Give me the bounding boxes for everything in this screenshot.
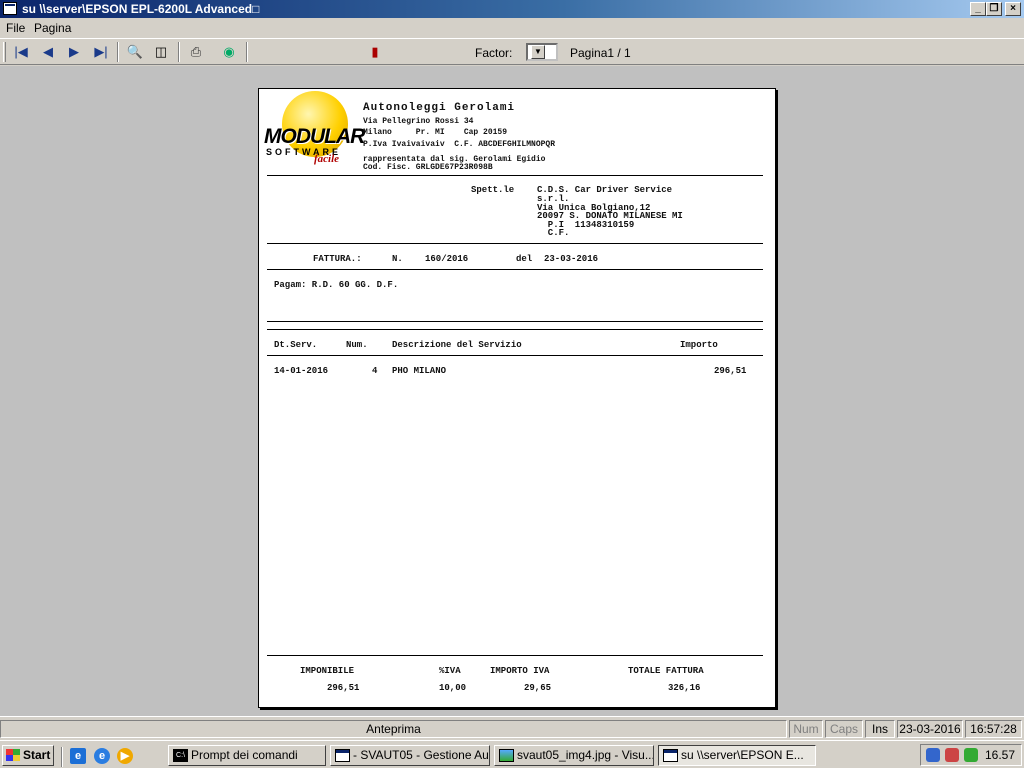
total-vat-amount-value: 29,65 — [524, 683, 552, 693]
exit-door-icon[interactable]: ▮ — [364, 42, 386, 62]
taskbar: Start e e ▶ C:\ Prompt dei comandi - SVA… — [0, 740, 1024, 768]
previous-page-icon[interactable]: ◀ — [37, 42, 59, 62]
row-description: PHO MILANO — [392, 366, 447, 376]
company-fiscal-code: Cod. Fisc. GRLGDE67P23R098B — [363, 163, 493, 172]
status-bar: Anteprima Num Caps Ins 23-03-2016 16:57:… — [0, 716, 1024, 740]
divider — [267, 329, 763, 330]
column-description: Descrizione del Servizio — [392, 340, 522, 350]
update-icon[interactable] — [964, 748, 978, 762]
total-taxable-label: IMPONIBILE — [300, 666, 355, 676]
invoice-label: FATTURA.: — [313, 254, 362, 264]
row-date: 14-01-2016 — [274, 366, 329, 376]
chevron-down-icon[interactable]: ▼ — [531, 45, 545, 59]
two-pages-icon[interactable]: ◫ — [150, 42, 172, 62]
divider — [267, 175, 763, 176]
total-taxable-value: 296,51 — [327, 683, 360, 693]
internet-explorer-icon[interactable]: e — [94, 748, 110, 764]
factor-select[interactable]: 1 ▼ — [526, 43, 558, 61]
total-invoice-label: TOTALE FATTURA — [628, 666, 704, 676]
close-button[interactable]: × — [1005, 2, 1021, 16]
company-street: Via Pellegrino Rossi 34 — [363, 117, 474, 126]
company-city: Milano Pr. MI Cap 20159 — [363, 128, 508, 137]
status-caps: Caps — [825, 720, 863, 738]
clock[interactable]: 16.57 — [985, 748, 1015, 762]
invoice-page: MODULAR SOFTWARE facile Autonoleggi Gero… — [258, 88, 776, 708]
column-num: Num. — [346, 340, 368, 350]
divider — [267, 355, 763, 356]
toolbar-grip[interactable] — [3, 42, 6, 62]
total-vat-rate-label: %IVA — [439, 666, 461, 676]
logo-text-facile: facile — [314, 153, 340, 165]
system-tray: 16.57 — [920, 744, 1022, 766]
total-invoice-value: 326,16 — [668, 683, 701, 693]
menu-file[interactable]: File — [6, 21, 25, 35]
window-title: su \\server\EPSON EPL-6200L Advanced□ — [22, 2, 260, 16]
divider — [267, 655, 763, 656]
start-button[interactable]: Start — [2, 745, 54, 766]
page-indicator: Pagina1 / 1 — [570, 46, 631, 60]
total-vat-rate-value: 10,00 — [439, 683, 467, 693]
column-date: Dt.Serv. — [274, 340, 318, 350]
image-icon — [499, 749, 514, 762]
company-vat: P.Iva Ivaivaivaiv C.F. ABCDEFGHILMNOPQR — [363, 140, 556, 149]
task-label: svaut05_img4.jpg - Visu... — [517, 748, 654, 762]
windows-logo-icon — [6, 749, 20, 761]
last-page-icon[interactable]: ▶| — [90, 42, 112, 62]
column-amount: Importo — [680, 340, 718, 350]
task-label: Prompt dei comandi — [191, 748, 298, 762]
window-icon — [335, 749, 350, 762]
status-date: 23-03-2016 — [897, 720, 963, 738]
minimize-button[interactable]: _ — [970, 2, 986, 16]
company-name: Autonoleggi Gerolami — [363, 102, 516, 114]
modular-software-logo: MODULAR SOFTWARE facile — [260, 91, 365, 173]
status-ins: Ins — [865, 720, 895, 738]
invoice-number: 160/2016 — [425, 254, 469, 264]
show-desktop-icon[interactable]: e — [70, 748, 86, 764]
task-svaut05[interactable]: - SVAUT05 - Gestione Au... — [330, 745, 490, 766]
task-prompt[interactable]: C:\ Prompt dei comandi — [168, 745, 326, 766]
next-page-icon[interactable]: ▶ — [63, 42, 85, 62]
zoom-icon[interactable]: 🔍 — [124, 42, 146, 62]
toolbar-separator — [178, 42, 180, 62]
invoice-date: 23-03-2016 — [544, 254, 599, 264]
task-label: su \\server\EPSON E... — [681, 748, 804, 762]
customer-label: Spett.le — [471, 185, 515, 195]
window-icon — [663, 749, 678, 762]
menu-pagina[interactable]: Pagina — [34, 21, 71, 35]
row-amount: 296,51 — [714, 366, 747, 376]
taskbar-separator — [61, 747, 63, 767]
title-bar[interactable]: su \\server\EPSON EPL-6200L Advanced□ _ … — [0, 0, 1024, 18]
payment-terms: Pagam: R.D. 60 GG. D.F. — [274, 280, 399, 290]
start-label: Start — [23, 748, 51, 762]
toolbar-separator — [117, 42, 119, 62]
app-icon[interactable] — [3, 2, 17, 15]
menu-bar: File Pagina — [0, 18, 1024, 38]
task-print-preview[interactable]: su \\server\EPSON E... — [658, 745, 816, 766]
divider — [267, 321, 763, 322]
total-vat-amount-label: IMPORTO IVA — [490, 666, 550, 676]
invoice-number-label: N. — [392, 254, 403, 264]
divider — [267, 269, 763, 270]
security-icon[interactable] — [945, 748, 959, 762]
status-mode: Anteprima — [0, 720, 787, 738]
restore-button[interactable]: ❐ — [986, 2, 1002, 16]
media-player-icon[interactable]: ▶ — [117, 748, 133, 764]
customer-fiscal-code: C.F. — [537, 228, 570, 238]
invoice-date-label: del — [516, 254, 533, 264]
toolbar: |◀ ◀ ▶ ▶| 🔍 ◫ ⎙ ◉ ▮ Factor: 1 ▼ Pagina1 … — [0, 38, 1024, 65]
network-icon[interactable] — [926, 748, 940, 762]
task-label: - SVAUT05 - Gestione Au... — [353, 748, 490, 762]
divider — [267, 243, 763, 244]
factor-label: Factor: — [475, 46, 513, 60]
first-page-icon[interactable]: |◀ — [10, 42, 32, 62]
status-num: Num — [789, 720, 823, 738]
cmd-icon: C:\ — [173, 749, 188, 762]
status-time: 16:57:28 — [965, 720, 1022, 738]
logo-text-modular: MODULAR — [264, 125, 365, 148]
row-num: 4 — [372, 366, 378, 376]
export-icon[interactable]: ◉ — [218, 42, 240, 62]
task-image-viewer[interactable]: svaut05_img4.jpg - Visu... — [494, 745, 654, 766]
print-icon[interactable]: ⎙ — [185, 42, 207, 62]
toolbar-separator — [246, 42, 248, 62]
